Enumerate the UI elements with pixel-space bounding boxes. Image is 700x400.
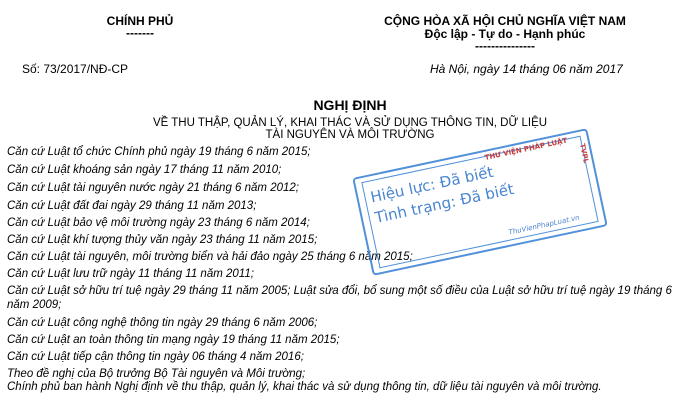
basis-line: Căn cứ Luật sở hữu trí tuệ ngày 29 tháng… <box>7 285 672 311</box>
document-subject: VỀ THU THẬP, QUẢN LÝ, KHAI THÁC VÀ SỬ DỤ… <box>152 117 548 141</box>
issuer-rule: ------- <box>126 26 154 40</box>
basis-line: Chính phủ ban hành Nghị định về thu thập… <box>7 381 602 393</box>
basis-line: Căn cứ Luật khí tượng thủy văn ngày 23 t… <box>7 234 318 246</box>
motto-rule: --------------- <box>475 39 535 53</box>
basis-line: Căn cứ Luật lưu trữ ngày 11 tháng 11 năm… <box>7 268 254 280</box>
basis-line: Căn cứ Luật đất đai ngày 29 tháng 11 năm… <box>7 200 257 212</box>
basis-line: Căn cứ Luật tài nguyên nước ngày 21 thán… <box>7 182 299 194</box>
basis-line: Căn cứ Luật công nghệ thông tin ngày 29 … <box>7 317 318 329</box>
document-type-title: NGHỊ ĐỊNH <box>313 97 387 113</box>
basis-line: Căn cứ Luật khoáng sản ngày 17 tháng 11 … <box>7 164 282 176</box>
issue-date: Hà Nội, ngày 14 tháng 06 năm 2017 <box>430 62 623 76</box>
basis-line: Căn cứ Luật an toàn thông tin mạng ngày … <box>7 334 340 346</box>
basis-line: Căn cứ Luật tổ chức Chính phủ ngày 19 th… <box>7 146 311 158</box>
basis-line: Theo đề nghị của Bộ trưởng Bộ Tài nguyên… <box>7 368 306 380</box>
document-number: Số: 73/2017/NĐ-CP <box>22 62 129 76</box>
basis-line: Căn cứ Luật bảo vệ môi trường ngày 23 th… <box>7 217 310 229</box>
national-title: CỘNG HÒA XÃ HỘI CHỦ NGHĨA VIỆT NAM <box>384 14 626 28</box>
basis-line: Căn cứ Luật tài nguyên, môi trường biển … <box>7 251 413 263</box>
basis-line: Căn cứ Luật tiếp cận thông tin ngày 06 t… <box>7 351 304 363</box>
